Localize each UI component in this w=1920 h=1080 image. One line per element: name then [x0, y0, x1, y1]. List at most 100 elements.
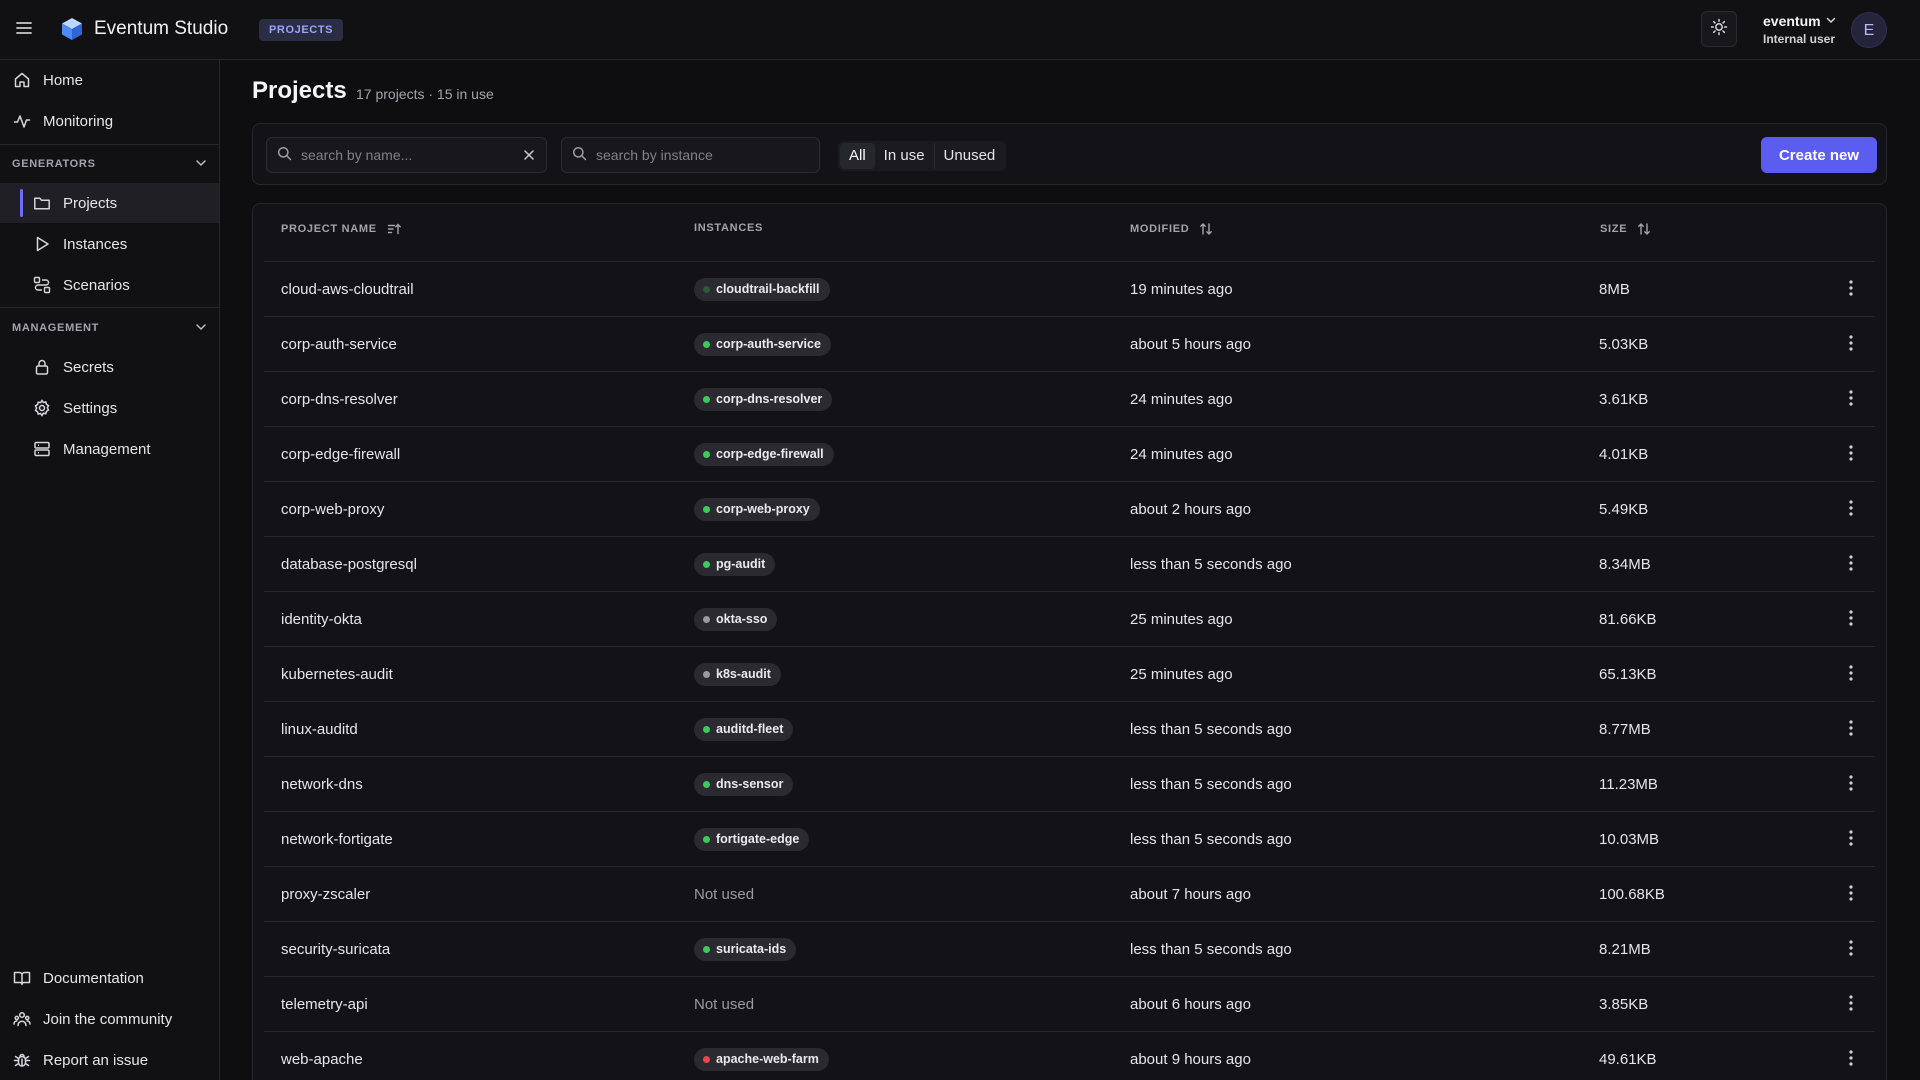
filter-unused[interactable]: Unused: [935, 143, 1005, 169]
instance-chip[interactable]: cloudtrail-backfill: [694, 277, 830, 301]
instance-chip[interactable]: suricata-ids: [694, 937, 797, 961]
table-row[interactable]: database-postgresql pg-audit less than 5 s…: [264, 537, 1875, 592]
project-name[interactable]: telemetry-api: [281, 977, 368, 1031]
sidebar-item-projects[interactable]: Projects: [0, 183, 219, 223]
project-name[interactable]: corp-dns-resolver: [281, 372, 398, 426]
more-vertical-icon[interactable]: [1841, 664, 1861, 684]
filter-all[interactable]: All: [840, 143, 875, 169]
project-name[interactable]: corp-web-proxy: [281, 482, 384, 536]
instance-chip[interactable]: apache-web-farm: [694, 1047, 829, 1071]
instance-chip[interactable]: corp-auth-service: [694, 332, 831, 356]
project-name[interactable]: network-dns: [281, 757, 363, 811]
instance-chip[interactable]: dns-sensor: [694, 772, 794, 796]
table-row[interactable]: kubernetes-audit k8s-audit 25 minutes ago 6…: [264, 647, 1875, 702]
more-vertical-icon[interactable]: [1841, 554, 1861, 574]
more-vertical-icon[interactable]: [1841, 939, 1861, 959]
theme-toggle-button[interactable]: [1701, 11, 1737, 47]
project-name[interactable]: web-apache: [281, 1032, 363, 1080]
modified-time: less than 5 seconds ago: [1130, 720, 1292, 738]
project-name[interactable]: proxy-zscaler: [281, 867, 370, 921]
more-vertical-icon[interactable]: [1841, 609, 1861, 629]
search-icon: [277, 146, 292, 165]
instance-cell: suricata-ids: [694, 922, 797, 976]
more-vertical-icon[interactable]: [1841, 774, 1861, 794]
table-row[interactable]: corp-auth-service corp-auth-service about …: [264, 317, 1875, 372]
bug-icon: [13, 1051, 31, 1069]
search-name-input[interactable]: [301, 147, 501, 163]
sort-ascending-icon[interactable]: [387, 222, 401, 236]
filter-in-use[interactable]: In use: [875, 143, 934, 169]
search-instance-input[interactable]: [596, 147, 796, 163]
clear-search-icon[interactable]: [522, 148, 536, 166]
section-management[interactable]: MANAGEMENT: [12, 318, 208, 338]
more-vertical-icon[interactable]: [1841, 389, 1861, 409]
more-vertical-icon[interactable]: [1841, 499, 1861, 519]
table-row[interactable]: corp-edge-firewall corp-edge-firewall 24 m…: [264, 427, 1875, 482]
search-icon: [572, 146, 587, 165]
sort-icon[interactable]: [1199, 222, 1213, 236]
column-header-label: SIZE: [1600, 223, 1628, 235]
instance-chip[interactable]: auditd-fleet: [694, 717, 794, 741]
table-row[interactable]: proxy-zscaler Not used about 7 hours ago 10…: [264, 867, 1875, 922]
table-row[interactable]: web-apache apache-web-farm about 9 hours a…: [264, 1032, 1875, 1080]
sidebar-item-community[interactable]: Join the community: [0, 999, 219, 1039]
sidebar-item-scenarios[interactable]: Scenarios: [0, 265, 219, 305]
section-label: GENERATORS: [12, 158, 96, 170]
modified-time: 19 minutes ago: [1130, 280, 1233, 298]
project-name[interactable]: corp-auth-service: [281, 317, 397, 371]
avatar[interactable]: E: [1851, 12, 1887, 48]
project-name[interactable]: kubernetes-audit: [281, 647, 393, 701]
user-menu[interactable]: eventum Internal user: [1763, 13, 1837, 46]
more-vertical-icon[interactable]: [1841, 829, 1861, 849]
project-name[interactable]: cloud-aws-cloudtrail: [281, 262, 414, 316]
project-name[interactable]: identity-okta: [281, 592, 362, 646]
instance-chip[interactable]: corp-edge-firewall: [694, 442, 834, 466]
more-vertical-icon[interactable]: [1841, 444, 1861, 464]
project-name[interactable]: database-postgresql: [281, 537, 417, 591]
more-vertical-icon[interactable]: [1841, 1049, 1861, 1069]
instance-cell: dns-sensor: [694, 757, 794, 811]
table-row[interactable]: identity-okta okta-sso 25 minutes ago 81.66…: [264, 592, 1875, 647]
project-name[interactable]: security-suricata: [281, 922, 390, 976]
activity-icon: [13, 112, 31, 130]
sidebar-item-monitoring[interactable]: Monitoring: [0, 101, 219, 141]
sun-icon: [1710, 18, 1728, 40]
project-name[interactable]: corp-edge-firewall: [281, 427, 400, 481]
more-vertical-icon[interactable]: [1841, 334, 1861, 354]
instance-chip[interactable]: fortigate-edge: [694, 827, 810, 851]
more-vertical-icon[interactable]: [1841, 994, 1861, 1014]
app-title: Eventum Studio: [94, 18, 229, 39]
instance-chip[interactable]: k8s-audit: [694, 662, 781, 686]
instance-chip[interactable]: okta-sso: [694, 607, 778, 631]
instance-chip[interactable]: corp-web-proxy: [694, 497, 820, 521]
instance-chip[interactable]: corp-dns-resolver: [694, 387, 833, 411]
sidebar-item-instances[interactable]: Instances: [0, 224, 219, 264]
table-row[interactable]: cloud-aws-cloudtrail cloudtrail-backfill 1…: [264, 262, 1875, 317]
instance-chip[interactable]: pg-audit: [694, 552, 776, 576]
table-row[interactable]: corp-dns-resolver corp-dns-resolver 24 min…: [264, 372, 1875, 427]
table-row[interactable]: corp-web-proxy corp-web-proxy about 2 hour…: [264, 482, 1875, 537]
sidebar-item-home[interactable]: Home: [0, 60, 219, 100]
project-name[interactable]: network-fortigate: [281, 812, 393, 866]
sidebar-item-management[interactable]: Management: [0, 429, 219, 469]
project-name[interactable]: linux-auditd: [281, 702, 358, 756]
more-vertical-icon[interactable]: [1841, 279, 1861, 299]
create-new-button[interactable]: Create new: [1761, 137, 1877, 173]
table-row[interactable]: telemetry-api Not used about 6 hours ago 3.…: [264, 977, 1875, 1032]
table-row[interactable]: network-fortigate fortigate-edge less than…: [264, 812, 1875, 867]
instance-cell: apache-web-farm: [694, 1032, 829, 1080]
sort-icon[interactable]: [1637, 222, 1651, 236]
table-row[interactable]: linux-auditd auditd-fleet less than 5 seco…: [264, 702, 1875, 757]
more-vertical-icon[interactable]: [1841, 884, 1861, 904]
section-generators[interactable]: GENERATORS: [12, 154, 208, 174]
sidebar-item-secrets[interactable]: Secrets: [0, 347, 219, 387]
sidebar-item-report-issue[interactable]: Report an issue: [0, 1040, 219, 1080]
more-vertical-icon[interactable]: [1841, 719, 1861, 739]
menu-icon[interactable]: [14, 18, 34, 38]
project-size: 8MB: [1599, 280, 1630, 298]
table-row[interactable]: network-dns dns-sensor less than 5 seconds…: [264, 757, 1875, 812]
table-row[interactable]: security-suricata suricata-ids less than 5…: [264, 922, 1875, 977]
column-header-size: SIZE: [1600, 222, 1651, 236]
sidebar-item-documentation[interactable]: Documentation: [0, 958, 219, 998]
sidebar-item-settings[interactable]: Settings: [0, 388, 219, 428]
